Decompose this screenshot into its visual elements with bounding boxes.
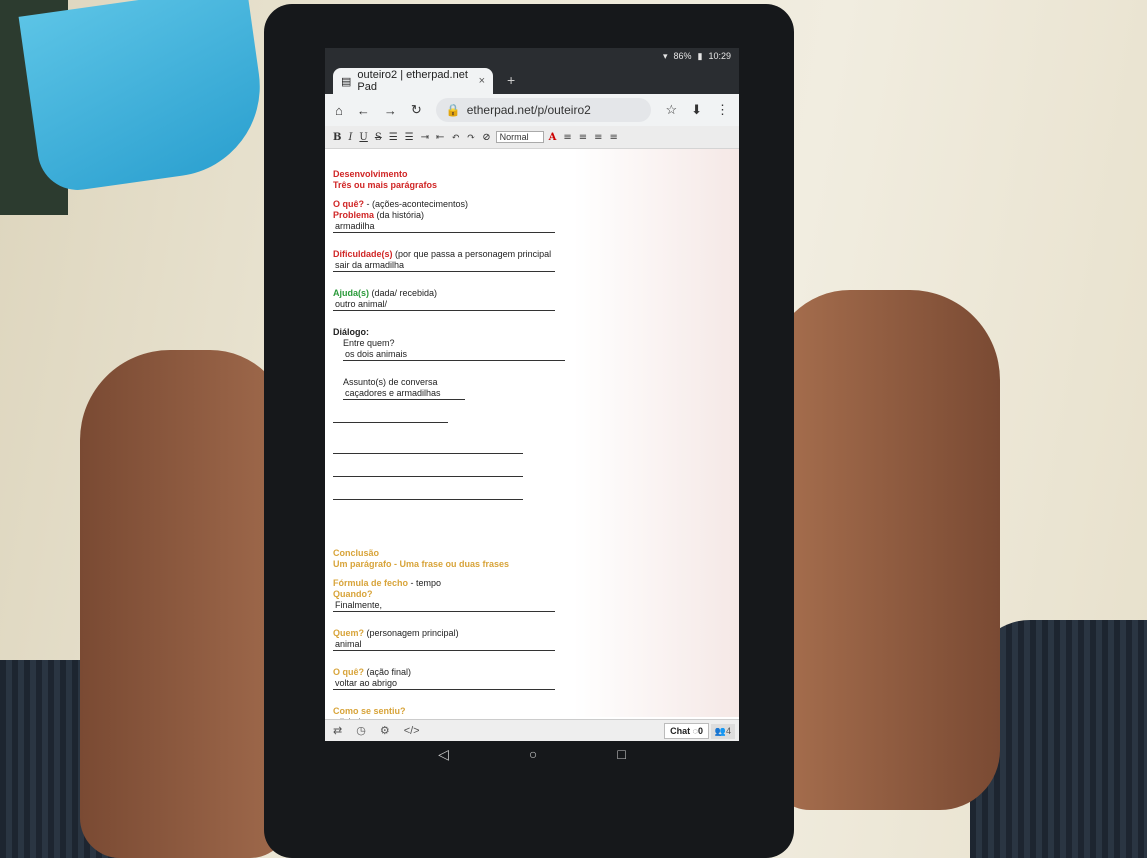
answer-line: animal: [333, 639, 555, 651]
blank-line: [333, 462, 523, 477]
new-tab-button[interactable]: +: [507, 72, 515, 88]
doc-line: Diálogo:: [333, 327, 369, 337]
close-icon[interactable]: ×: [479, 75, 485, 87]
answer-line: outro animal/: [333, 299, 555, 311]
answer-line: caçadores e armadilhas: [343, 388, 465, 400]
left-hand: [80, 350, 290, 858]
doc-line: Ajuda(s) (dada/ recebida): [333, 288, 438, 298]
doc-line: Fórmula de fecho - tempo: [333, 578, 442, 588]
users-icon: 👥: [714, 726, 726, 736]
doc-line: Como se sentiu?: [333, 706, 406, 716]
menu-icon[interactable]: ⋮: [716, 102, 729, 118]
pad-favicon-icon: ▤: [341, 75, 352, 88]
url-text: etherpad.net/p/outeiro2: [466, 103, 591, 117]
align-left-icon[interactable]: ≡: [561, 132, 573, 143]
lock-icon: 🔒: [445, 103, 461, 117]
doc-line: Quando?: [333, 589, 373, 599]
outdent-icon[interactable]: ⇤: [434, 132, 446, 143]
right-hand: [770, 290, 1000, 810]
answer-line: voltar ao abrigo: [333, 678, 555, 690]
pad-document[interactable]: Desenvolvimento Três ou mais parágrafos …: [325, 149, 739, 729]
italic-icon[interactable]: I: [346, 132, 354, 143]
star-icon[interactable]: ☆: [665, 102, 677, 118]
doc-line: O quê? - (ações-acontecimentos): [333, 199, 469, 209]
underline-icon[interactable]: U: [357, 132, 369, 143]
clear-formatting-icon[interactable]: ⊘: [480, 132, 492, 143]
redo-icon[interactable]: ↷: [465, 132, 477, 143]
wifi-icon: ▾: [662, 50, 668, 61]
download-icon[interactable]: ⬇: [691, 102, 702, 118]
embed-code-icon[interactable]: </>: [404, 725, 420, 737]
section-subheading: Três ou mais parágrafos: [333, 180, 438, 190]
clock: 10:29: [708, 51, 731, 61]
forward-arrow-icon[interactable]: →: [384, 103, 397, 118]
back-arrow-icon[interactable]: ←: [357, 103, 370, 118]
section-subheading: Um parágrafo - Uma frase ou duas frases: [333, 559, 510, 569]
align-right-icon[interactable]: ≡: [592, 132, 604, 143]
battery-icon: ▮: [697, 50, 703, 61]
section-heading: Desenvolvimento: [333, 169, 408, 179]
android-nav-bar: ◁ ○ □: [325, 741, 739, 767]
browser-tab[interactable]: ▤ outeiro2 | etherpad.net Pad ×: [333, 68, 493, 94]
history-icon[interactable]: ◷: [356, 724, 366, 737]
blank-line: [333, 439, 523, 454]
answer-line: sair da armadilha: [333, 260, 555, 272]
undo-icon[interactable]: ↶: [449, 132, 461, 143]
answer-line: os dois animais: [343, 349, 565, 361]
answer-line: Finalmente,: [333, 600, 555, 612]
unordered-list-icon[interactable]: ☰: [403, 132, 416, 143]
home-circle-icon[interactable]: ○: [529, 746, 537, 762]
indent-icon[interactable]: ⇥: [419, 132, 431, 143]
pad-toolbar: B I U S ☰ ☰ ⇥ ⇤ ↶ ↷ ⊘ Normal A ≡ ≡ ≡ ≡: [325, 126, 739, 149]
users-button[interactable]: 👥4: [710, 724, 735, 739]
reload-icon[interactable]: ↻: [411, 102, 422, 118]
doc-line: Quem? (personagem principal): [333, 628, 459, 638]
align-justify-icon[interactable]: ≡: [608, 132, 620, 143]
tab-strip: ▤ outeiro2 | etherpad.net Pad × +: [325, 64, 739, 94]
answer-line: armadilha: [333, 221, 555, 233]
doc-line: Problema (da história): [333, 210, 425, 220]
bold-icon[interactable]: B: [331, 132, 343, 143]
doc-line: Dificuldade(s) (por que passa a personag…: [333, 249, 552, 259]
ordered-list-icon[interactable]: ☰: [387, 132, 400, 143]
pad-bottom-bar: ⇄ ◷ ⚙ </> Chat ◌0 👥4: [325, 719, 739, 741]
strikethrough-icon[interactable]: S: [373, 132, 384, 143]
switch-icon[interactable]: ⇄: [333, 724, 342, 737]
doc-line: Assunto(s) de conversa: [343, 377, 438, 387]
back-triangle-icon[interactable]: ◁: [438, 746, 449, 763]
tab-title: outeiro2 | etherpad.net Pad: [357, 69, 468, 93]
android-status-bar: ▾ 86% ▮ 10:29: [325, 48, 739, 64]
battery-level: 86%: [673, 51, 692, 61]
blank-line: [333, 408, 448, 423]
section-heading: Conclusão: [333, 548, 380, 558]
tablet-screen: ▾ 86% ▮ 10:29 ▤ outeiro2 | etherpad.net …: [325, 48, 739, 741]
chat-button[interactable]: Chat ◌0: [664, 723, 709, 739]
doc-line: O quê? (ação final): [333, 667, 412, 677]
recents-square-icon[interactable]: □: [617, 746, 625, 762]
gear-icon[interactable]: ⚙: [380, 724, 390, 737]
home-icon[interactable]: ⌂: [335, 103, 343, 118]
align-center-icon[interactable]: ≡: [577, 132, 589, 143]
font-color-icon[interactable]: A: [547, 132, 559, 143]
doc-line: Entre quem?: [343, 338, 395, 348]
address-bar[interactable]: 🔒 etherpad.net/p/outeiro2: [435, 98, 652, 122]
address-toolbar: ⌂ ← → ↻ 🔒 etherpad.net/p/outeiro2 ☆ ⬇ ⋮: [325, 94, 739, 126]
blank-line: [333, 485, 523, 500]
style-select[interactable]: Normal: [495, 131, 544, 143]
